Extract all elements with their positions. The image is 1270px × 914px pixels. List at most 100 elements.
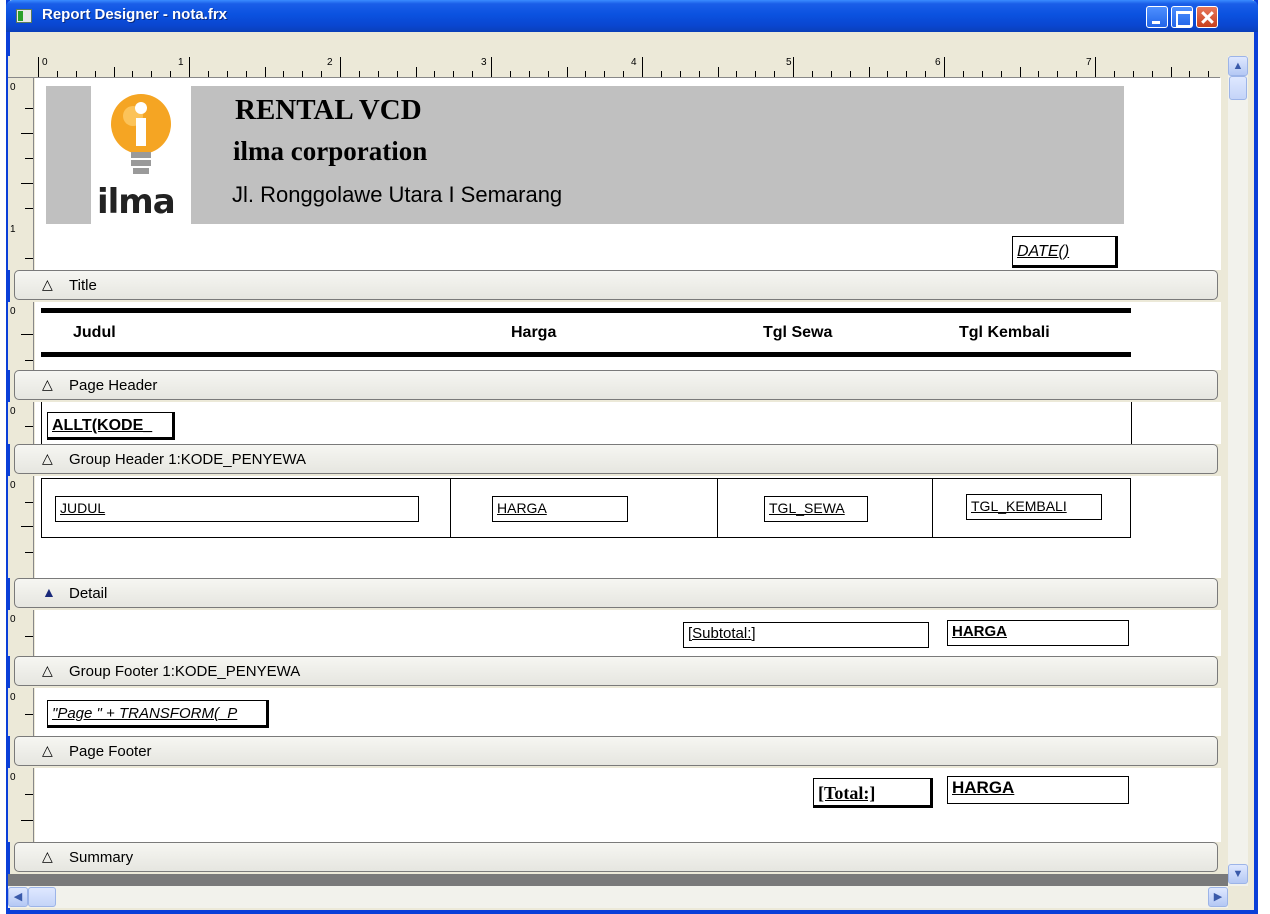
- company-name[interactable]: ilma corporation: [233, 136, 427, 167]
- scroll-right-button[interactable]: ▶: [1208, 887, 1228, 907]
- vertical-scroll-thumb[interactable]: [1229, 76, 1247, 100]
- ruler-tick: [925, 71, 927, 77]
- ruler-tick: [1132, 71, 1134, 77]
- tgl-kembali-field[interactable]: TGL_KEMBALI: [966, 494, 1102, 520]
- address-text[interactable]: Jl. Ronggolawe Utara I Semarang: [232, 182, 562, 208]
- vertical-ruler-title: 0 1: [8, 78, 34, 270]
- total-harga-field[interactable]: HARGA: [947, 776, 1129, 804]
- page-header-area: Judul Harga Tgl Sewa Tgl Kembali: [35, 302, 1221, 370]
- group-header-left-line[interactable]: [41, 402, 42, 444]
- ruler-tick: [528, 71, 530, 77]
- band-bar-detail[interactable]: ▲ Detail: [14, 578, 1218, 608]
- column-header-tgl-kembali[interactable]: Tgl Kembali: [959, 324, 1050, 342]
- band-bar-group-header[interactable]: △ Group Header 1:KODE_PENYEWA: [14, 444, 1218, 474]
- ruler-tick: [774, 71, 776, 77]
- triangle-up-icon: △: [42, 742, 53, 758]
- detail-divider-1[interactable]: [450, 478, 451, 538]
- ruler-tick: [547, 71, 549, 77]
- date-field[interactable]: DATE(): [1012, 236, 1118, 268]
- ruler-tick: [1113, 71, 1115, 77]
- ruler-tick: [358, 71, 360, 77]
- ruler-tick: [830, 71, 832, 77]
- triangle-up-icon: △: [42, 662, 53, 678]
- ruler-mark: 0: [10, 614, 16, 625]
- logo-text: ilma: [97, 182, 176, 222]
- scroll-down-button[interactable]: ▼: [1228, 864, 1248, 884]
- ruler-tick: [75, 71, 77, 77]
- ruler-tick: [1076, 71, 1078, 77]
- ruler-mark: 0: [10, 82, 16, 93]
- ruler-tick: [623, 71, 625, 77]
- ruler-tick: [755, 71, 757, 77]
- ruler-tick: [679, 71, 681, 77]
- total-label[interactable]: [Total:]: [813, 778, 933, 808]
- ruler-tick: [660, 71, 662, 77]
- kode-penyewa-field[interactable]: ALLT(KODE_: [47, 412, 175, 440]
- band-bar-group-footer[interactable]: △ Group Footer 1:KODE_PENYEWA: [14, 656, 1218, 686]
- ruler-tick: [868, 67, 870, 77]
- resize-grip-icon[interactable]: [1230, 888, 1248, 906]
- ruler-tick: [132, 71, 134, 77]
- vertical-scrollbar[interactable]: ▲ ▼: [1228, 56, 1248, 886]
- report-heading[interactable]: RENTAL VCD: [235, 94, 422, 127]
- horizontal-scrollbar[interactable]: ◀ ▶: [8, 886, 1228, 908]
- ruler-tick: [207, 71, 209, 77]
- ruler-tick: [1170, 67, 1172, 77]
- band-bar-summary[interactable]: △ Summary: [14, 842, 1218, 872]
- triangle-up-icon: △: [42, 276, 53, 292]
- ruler-tick: [1095, 57, 1096, 77]
- ruler-tick: [377, 71, 379, 77]
- vertical-ruler-group-footer: 0: [8, 610, 34, 656]
- ruler-tick: [981, 71, 983, 77]
- harga-field[interactable]: HARGA: [492, 496, 628, 522]
- ruler-tick: [793, 57, 794, 77]
- minimize-button[interactable]: [1146, 6, 1168, 28]
- header-banner: [46, 86, 1124, 224]
- triangle-up-icon: △: [42, 848, 53, 864]
- band-bar-page-header[interactable]: △ Page Header: [14, 370, 1218, 400]
- vertical-ruler-page-header: 0: [8, 302, 34, 370]
- logo-box[interactable]: ilma: [91, 86, 191, 224]
- page-number-expression[interactable]: "Page " + TRANSFORM(_P: [47, 700, 269, 728]
- group-footer-area: [Subtotal:] HARGA: [35, 610, 1221, 656]
- column-header-judul[interactable]: Judul: [73, 324, 116, 342]
- close-button[interactable]: [1196, 6, 1218, 28]
- ruler-tick: [1000, 71, 1002, 77]
- ruler-tick: [566, 67, 568, 77]
- subtotal-harga-field[interactable]: HARGA: [947, 620, 1129, 646]
- tgl-sewa-field[interactable]: TGL_SEWA: [764, 496, 868, 522]
- app-icon: [16, 9, 32, 23]
- ruler-tick: [434, 71, 436, 77]
- ruler-tick: [717, 67, 719, 77]
- horizontal-scroll-thumb[interactable]: [28, 887, 56, 907]
- band-bar-page-footer[interactable]: △ Page Footer: [14, 736, 1218, 766]
- ruler-tick: [811, 71, 813, 77]
- column-header-harga[interactable]: Harga: [511, 324, 556, 342]
- band-bar-title[interactable]: △ Title: [14, 270, 1218, 300]
- ruler-tick: [113, 67, 115, 77]
- scroll-left-button[interactable]: ◀: [8, 887, 28, 907]
- ruler-tick: [509, 71, 511, 77]
- summary-area: [Total:] HARGA: [35, 768, 1221, 842]
- ruler-tick: [245, 71, 247, 77]
- window-title: Report Designer - nota.frx: [42, 6, 228, 23]
- column-header-tgl-sewa[interactable]: Tgl Sewa: [763, 324, 832, 342]
- ruler-tick: [585, 71, 587, 77]
- maximize-button[interactable]: [1171, 6, 1193, 28]
- ruler-tick: [1151, 71, 1153, 77]
- detail-divider-3[interactable]: [932, 478, 933, 538]
- ruler-mark: 2: [327, 57, 333, 68]
- judul-field[interactable]: JUDUL: [55, 496, 419, 522]
- triangle-up-icon: △: [42, 376, 53, 392]
- subtotal-label[interactable]: [Subtotal:]: [683, 622, 929, 648]
- detail-divider-2[interactable]: [717, 478, 718, 538]
- bottom-thick-line[interactable]: [41, 352, 1131, 357]
- ruler-tick: [698, 71, 700, 77]
- scroll-up-button[interactable]: ▲: [1228, 56, 1248, 76]
- vertical-ruler-page-footer: 0: [8, 688, 34, 736]
- top-thick-line[interactable]: [41, 308, 1131, 313]
- group-header-right-line[interactable]: [1131, 402, 1132, 444]
- title-bar[interactable]: Report Designer - nota.frx: [6, 0, 1258, 32]
- ruler-mark: 4: [631, 57, 637, 68]
- ruler-tick: [1208, 71, 1210, 77]
